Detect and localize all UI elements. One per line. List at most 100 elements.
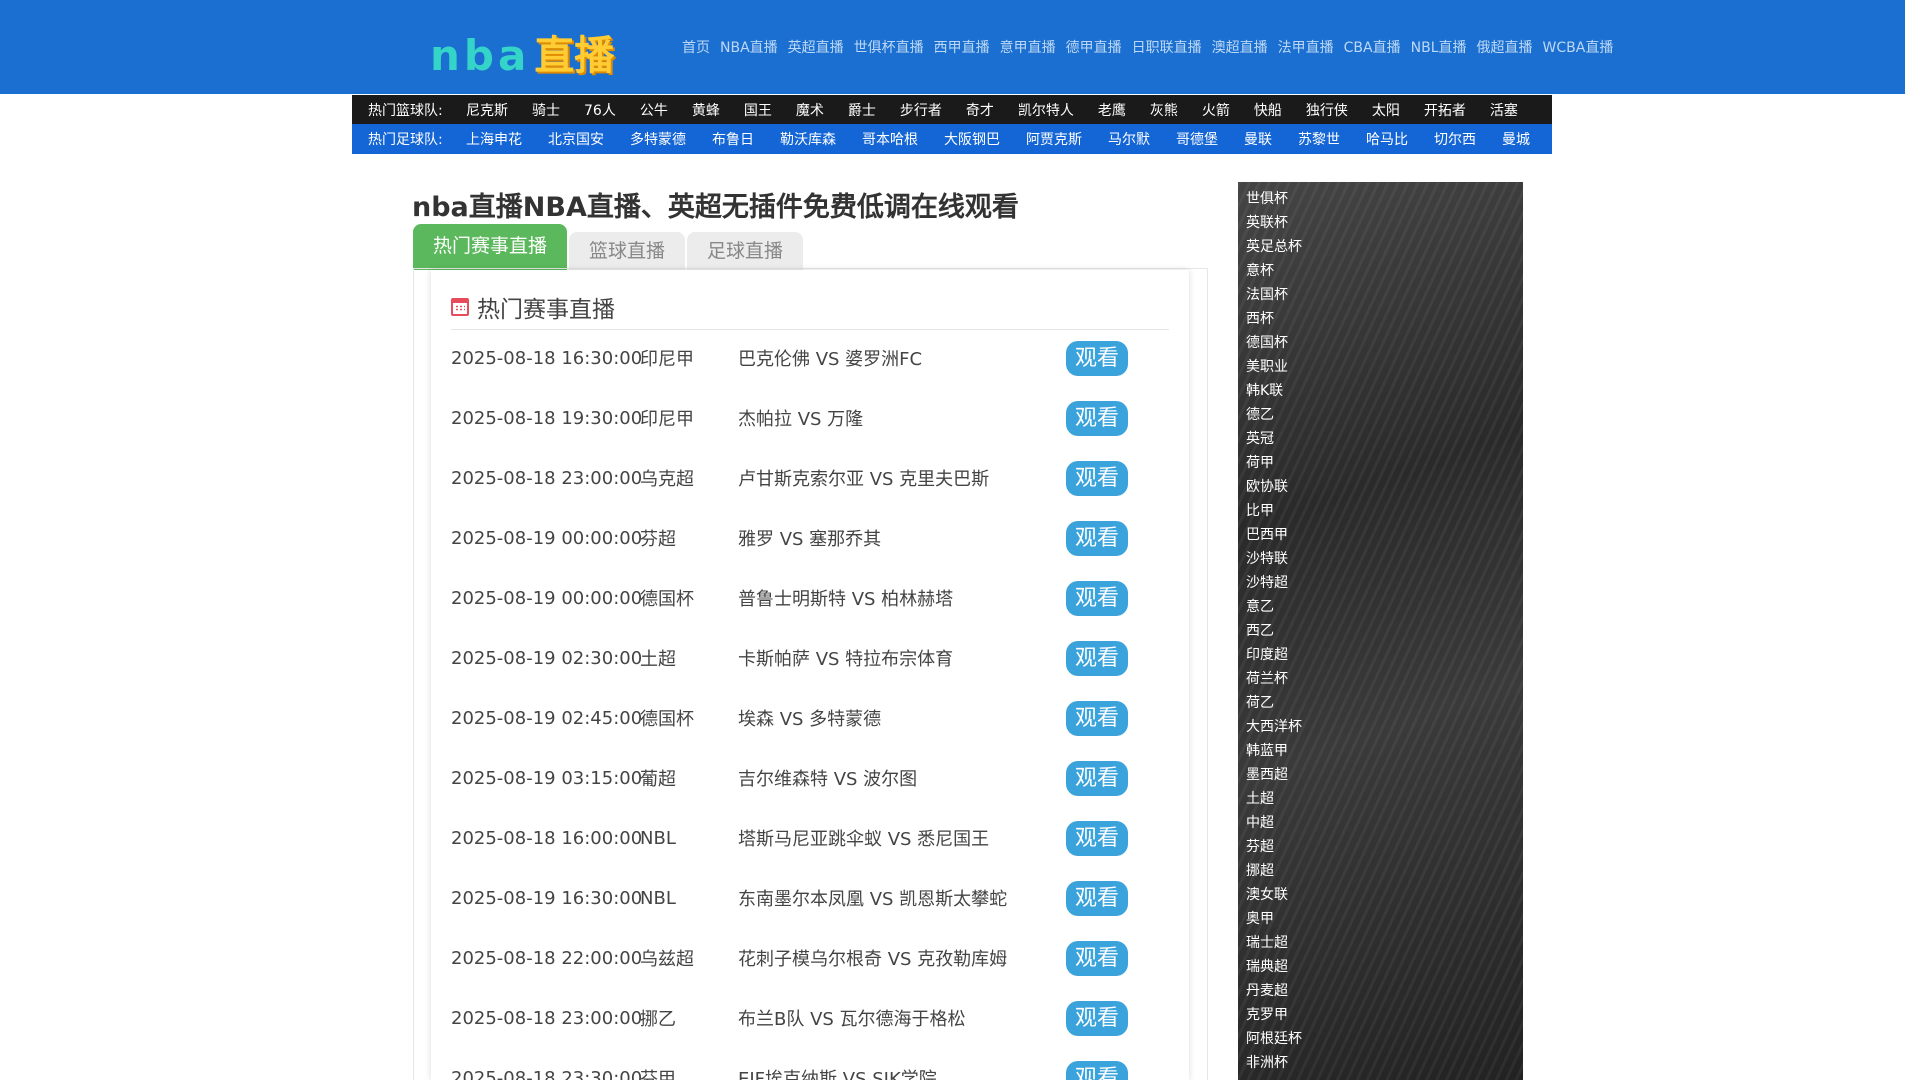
sidebar-league-link[interactable]: 荷兰杯: [1238, 667, 1523, 691]
watch-button[interactable]: 观看: [1066, 640, 1128, 676]
top-nav-link[interactable]: WCBA直播: [1538, 38, 1619, 58]
basketball-team-link[interactable]: 火箭: [1202, 100, 1230, 120]
watch-button[interactable]: 观看: [1066, 460, 1128, 496]
football-team-link[interactable]: 多特蒙德: [630, 129, 686, 149]
basketball-team-link[interactable]: 开拓者: [1424, 100, 1466, 120]
watch-button[interactable]: 观看: [1066, 940, 1128, 976]
watch-button[interactable]: 观看: [1066, 400, 1128, 436]
sidebar-league-link[interactable]: 土超: [1238, 787, 1523, 811]
sidebar-league-link[interactable]: 德国杯: [1238, 331, 1523, 355]
basketball-team-link[interactable]: 国王: [744, 100, 772, 120]
football-team-link[interactable]: 上海申花: [466, 129, 522, 149]
watch-button[interactable]: 观看: [1066, 820, 1128, 856]
sidebar-league-link[interactable]: 美职业: [1238, 355, 1523, 379]
sidebar-league-link[interactable]: 澳女联: [1238, 883, 1523, 907]
sidebar-league-link[interactable]: 德乙: [1238, 403, 1523, 427]
sidebar-league-link[interactable]: 丹麦超: [1238, 979, 1523, 1003]
football-team-link[interactable]: 苏黎世: [1298, 129, 1340, 149]
top-nav-link[interactable]: 西甲直播: [929, 38, 995, 58]
sidebar-league-link[interactable]: 阿根廷杯: [1238, 1027, 1523, 1051]
watch-button[interactable]: 观看: [1066, 1000, 1128, 1036]
sidebar-league-link[interactable]: 巴西甲: [1238, 523, 1523, 547]
sidebar-league-link[interactable]: 意乙: [1238, 595, 1523, 619]
top-nav-link[interactable]: 德甲直播: [1061, 38, 1127, 58]
basketball-team-link[interactable]: 太阳: [1372, 100, 1400, 120]
sidebar-league-link[interactable]: 瑞典超: [1238, 955, 1523, 979]
basketball-team-link[interactable]: 骑士: [532, 100, 560, 120]
football-team-link[interactable]: 马尔默: [1108, 129, 1150, 149]
sidebar-league-link[interactable]: 西乙: [1238, 619, 1523, 643]
football-team-link[interactable]: 北京国安: [548, 129, 604, 149]
top-nav-link[interactable]: 意甲直播: [995, 38, 1061, 58]
top-nav-link[interactable]: 法甲直播: [1273, 38, 1339, 58]
basketball-team-link[interactable]: 独行侠: [1306, 100, 1348, 120]
football-team-link[interactable]: 切尔西: [1434, 129, 1476, 149]
basketball-team-link[interactable]: 76人: [584, 100, 616, 120]
basketball-team-link[interactable]: 灰熊: [1150, 100, 1178, 120]
sidebar-league-link[interactable]: 沙特超: [1238, 571, 1523, 595]
basketball-team-link[interactable]: 爵士: [848, 100, 876, 120]
basketball-team-link[interactable]: 活塞: [1490, 100, 1518, 120]
top-nav-link[interactable]: NBA直播: [715, 38, 783, 58]
football-team-link[interactable]: 哥德堡: [1176, 129, 1218, 149]
tab-hot[interactable]: 热门赛事直播: [413, 224, 568, 270]
football-team-link[interactable]: 勒沃库森: [780, 129, 836, 149]
basketball-team-link[interactable]: 黄蜂: [692, 100, 720, 120]
football-team-link[interactable]: 大阪钢巴: [944, 129, 1000, 149]
sidebar-league-link[interactable]: 欧协联: [1238, 475, 1523, 499]
basketball-team-link[interactable]: 公牛: [640, 100, 668, 120]
sidebar-league-link[interactable]: 韩蓝甲: [1238, 739, 1523, 763]
watch-button[interactable]: 观看: [1066, 880, 1128, 916]
football-team-link[interactable]: 阿贾克斯: [1026, 129, 1082, 149]
basketball-team-link[interactable]: 快船: [1254, 100, 1282, 120]
top-nav-link[interactable]: 日职联直播: [1127, 38, 1207, 58]
sidebar-league-link[interactable]: 意杯: [1238, 259, 1523, 283]
tab-football[interactable]: 足球直播: [687, 232, 804, 270]
football-team-link[interactable]: 哥本哈根: [862, 129, 918, 149]
basketball-team-link[interactable]: 奇才: [966, 100, 994, 120]
sidebar-league-link[interactable]: 奥甲: [1238, 907, 1523, 931]
football-team-link[interactable]: 曼城: [1502, 129, 1530, 149]
basketball-team-link[interactable]: 老鹰: [1098, 100, 1126, 120]
watch-button[interactable]: 观看: [1066, 700, 1128, 736]
sidebar-league-link[interactable]: 瑞士超: [1238, 931, 1523, 955]
football-team-link[interactable]: 曼联: [1244, 129, 1272, 149]
basketball-team-link[interactable]: 步行者: [900, 100, 942, 120]
watch-button[interactable]: 观看: [1066, 520, 1128, 556]
watch-button[interactable]: 观看: [1066, 340, 1128, 376]
sidebar-league-link[interactable]: 英冠: [1238, 427, 1523, 451]
sidebar-league-link[interactable]: 墨西超: [1238, 763, 1523, 787]
sidebar-league-link[interactable]: 韩K联: [1238, 379, 1523, 403]
sidebar-league-link[interactable]: 英联杯: [1238, 211, 1523, 235]
basketball-team-link[interactable]: 尼克斯: [466, 100, 508, 120]
sidebar-league-link[interactable]: 印度超: [1238, 643, 1523, 667]
top-nav-link[interactable]: 俄超直播: [1472, 38, 1538, 58]
watch-button[interactable]: 观看: [1066, 760, 1128, 796]
sidebar-league-link[interactable]: 英足总杯: [1238, 235, 1523, 259]
sidebar-league-link[interactable]: 芬超: [1238, 835, 1523, 859]
sidebar-league-link[interactable]: 荷甲: [1238, 451, 1523, 475]
sidebar-league-link[interactable]: 比甲: [1238, 499, 1523, 523]
basketball-team-link[interactable]: 魔术: [796, 100, 824, 120]
sidebar-league-link[interactable]: 西杯: [1238, 307, 1523, 331]
football-team-link[interactable]: 布鲁日: [712, 129, 754, 149]
top-nav-link[interactable]: CBA直播: [1339, 38, 1406, 58]
top-nav-link[interactable]: 澳超直播: [1207, 38, 1273, 58]
sidebar-league-link[interactable]: 世俱杯: [1238, 187, 1523, 211]
top-nav-link[interactable]: 英超直播: [783, 38, 849, 58]
watch-button[interactable]: 观看: [1066, 1060, 1128, 1080]
watch-button[interactable]: 观看: [1066, 580, 1128, 616]
sidebar-league-link[interactable]: 法国杯: [1238, 283, 1523, 307]
sidebar-league-link[interactable]: 中超: [1238, 811, 1523, 835]
sidebar-league-link[interactable]: 大西洋杯: [1238, 715, 1523, 739]
basketball-team-link[interactable]: 凯尔特人: [1018, 100, 1074, 120]
top-nav-link[interactable]: 首页: [674, 38, 715, 58]
sidebar-league-link[interactable]: 克罗甲: [1238, 1003, 1523, 1027]
top-nav-link[interactable]: NBL直播: [1406, 38, 1472, 58]
tab-basketball[interactable]: 篮球直播: [569, 232, 686, 270]
sidebar-league-link[interactable]: 非洲杯: [1238, 1051, 1523, 1075]
top-nav-link[interactable]: 世俱杯直播: [849, 38, 929, 58]
sidebar-league-link[interactable]: 荷乙: [1238, 691, 1523, 715]
site-logo[interactable]: nba 直播: [430, 28, 614, 79]
sidebar-league-link[interactable]: 沙特联: [1238, 547, 1523, 571]
